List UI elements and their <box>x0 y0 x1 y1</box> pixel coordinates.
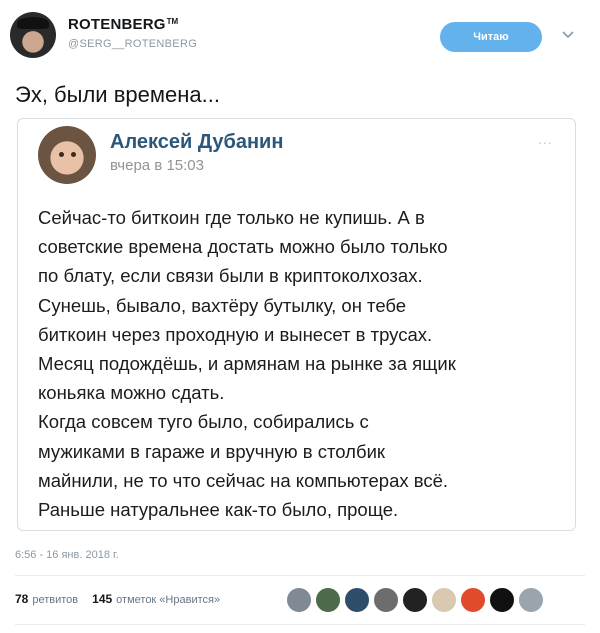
tweet-text: Эх, были времена... <box>15 82 220 107</box>
tweet-timestamp[interactable]: 6:56 - 16 янв. 2018 г. <box>15 549 119 561</box>
tweet-stats: 78 ретвитов 145 отметок «Нравится» <box>15 592 234 606</box>
quoted-post-line: Сейчас-то биткоин где только не купишь. … <box>38 207 425 228</box>
liker-avatar[interactable] <box>315 587 341 613</box>
quoted-post-line: Раньше натуральнее как-то было, проще. <box>38 499 399 521</box>
quoted-post-body: Сейчас-то биткоин где только не купишь. … <box>38 203 568 524</box>
likes-label[interactable]: отметок «Нравится» <box>116 594 220 606</box>
divider <box>15 624 585 625</box>
quoted-post-line: Сунешь, бывало, вахтёру бутылку, он тебе <box>38 294 407 316</box>
follow-button[interactable]: Читаю <box>440 22 542 52</box>
divider <box>15 575 585 576</box>
quoted-post-line: Когда совсем туго было, собирались с <box>38 411 369 433</box>
author-handle[interactable]: @SERG__ROTENBERG <box>68 38 197 50</box>
liker-avatar[interactable] <box>286 587 312 613</box>
quoted-post-line: биткоин через проходную и вынесет в трус… <box>38 323 433 345</box>
retweets-label[interactable]: ретвитов <box>32 594 78 606</box>
avatar-eye <box>59 152 64 157</box>
liker-avatar[interactable] <box>402 587 428 613</box>
quoted-post-line: мужиками в гараже и вручную в столбик <box>38 440 385 462</box>
retweets-count[interactable]: 78 <box>15 592 28 606</box>
liker-avatar[interactable] <box>373 587 399 613</box>
author-name-row[interactable]: ROTENBERG TM <box>68 16 178 33</box>
liker-avatar[interactable] <box>344 587 370 613</box>
quoted-post[interactable]: Алексей Дубанин вчера в 15:03 ... Сейчас… <box>17 118 576 531</box>
liker-avatar[interactable] <box>518 587 544 613</box>
tweet: ROTENBERG TM @SERG__ROTENBERG Читаю Эх, … <box>0 0 600 633</box>
quoted-post-time: вчера в 15:03 <box>110 157 204 174</box>
quoted-post-line: майнили, не то что сейчас на компьютерах… <box>38 469 449 491</box>
quoted-author-name[interactable]: Алексей Дубанин <box>110 131 283 154</box>
author-name[interactable]: ROTENBERG <box>68 16 166 33</box>
liker-avatar[interactable] <box>460 587 486 613</box>
quoted-author-avatar[interactable] <box>38 126 96 184</box>
quoted-post-line: по блату, если связи были в криптоколхоз… <box>38 265 423 287</box>
trademark-mark: TM <box>166 17 179 26</box>
quoted-post-line: Месяц подождёшь, и армянам на рынке за я… <box>38 353 456 375</box>
liker-avatar[interactable] <box>431 587 457 613</box>
author-avatar[interactable] <box>10 12 56 58</box>
liker-avatar[interactable] <box>489 587 515 613</box>
chevron-down-icon[interactable] <box>560 26 576 42</box>
likes-count[interactable]: 145 <box>92 592 112 606</box>
quoted-post-line: коньяка можно сдать. <box>38 382 225 404</box>
more-options-icon[interactable]: ... <box>538 131 553 147</box>
tweet-header: ROTENBERG TM @SERG__ROTENBERG Читаю <box>0 0 600 70</box>
quoted-post-line: советские времена достать можно было тол… <box>38 236 448 258</box>
likers-avatars <box>286 587 547 615</box>
avatar-eye <box>71 152 76 157</box>
